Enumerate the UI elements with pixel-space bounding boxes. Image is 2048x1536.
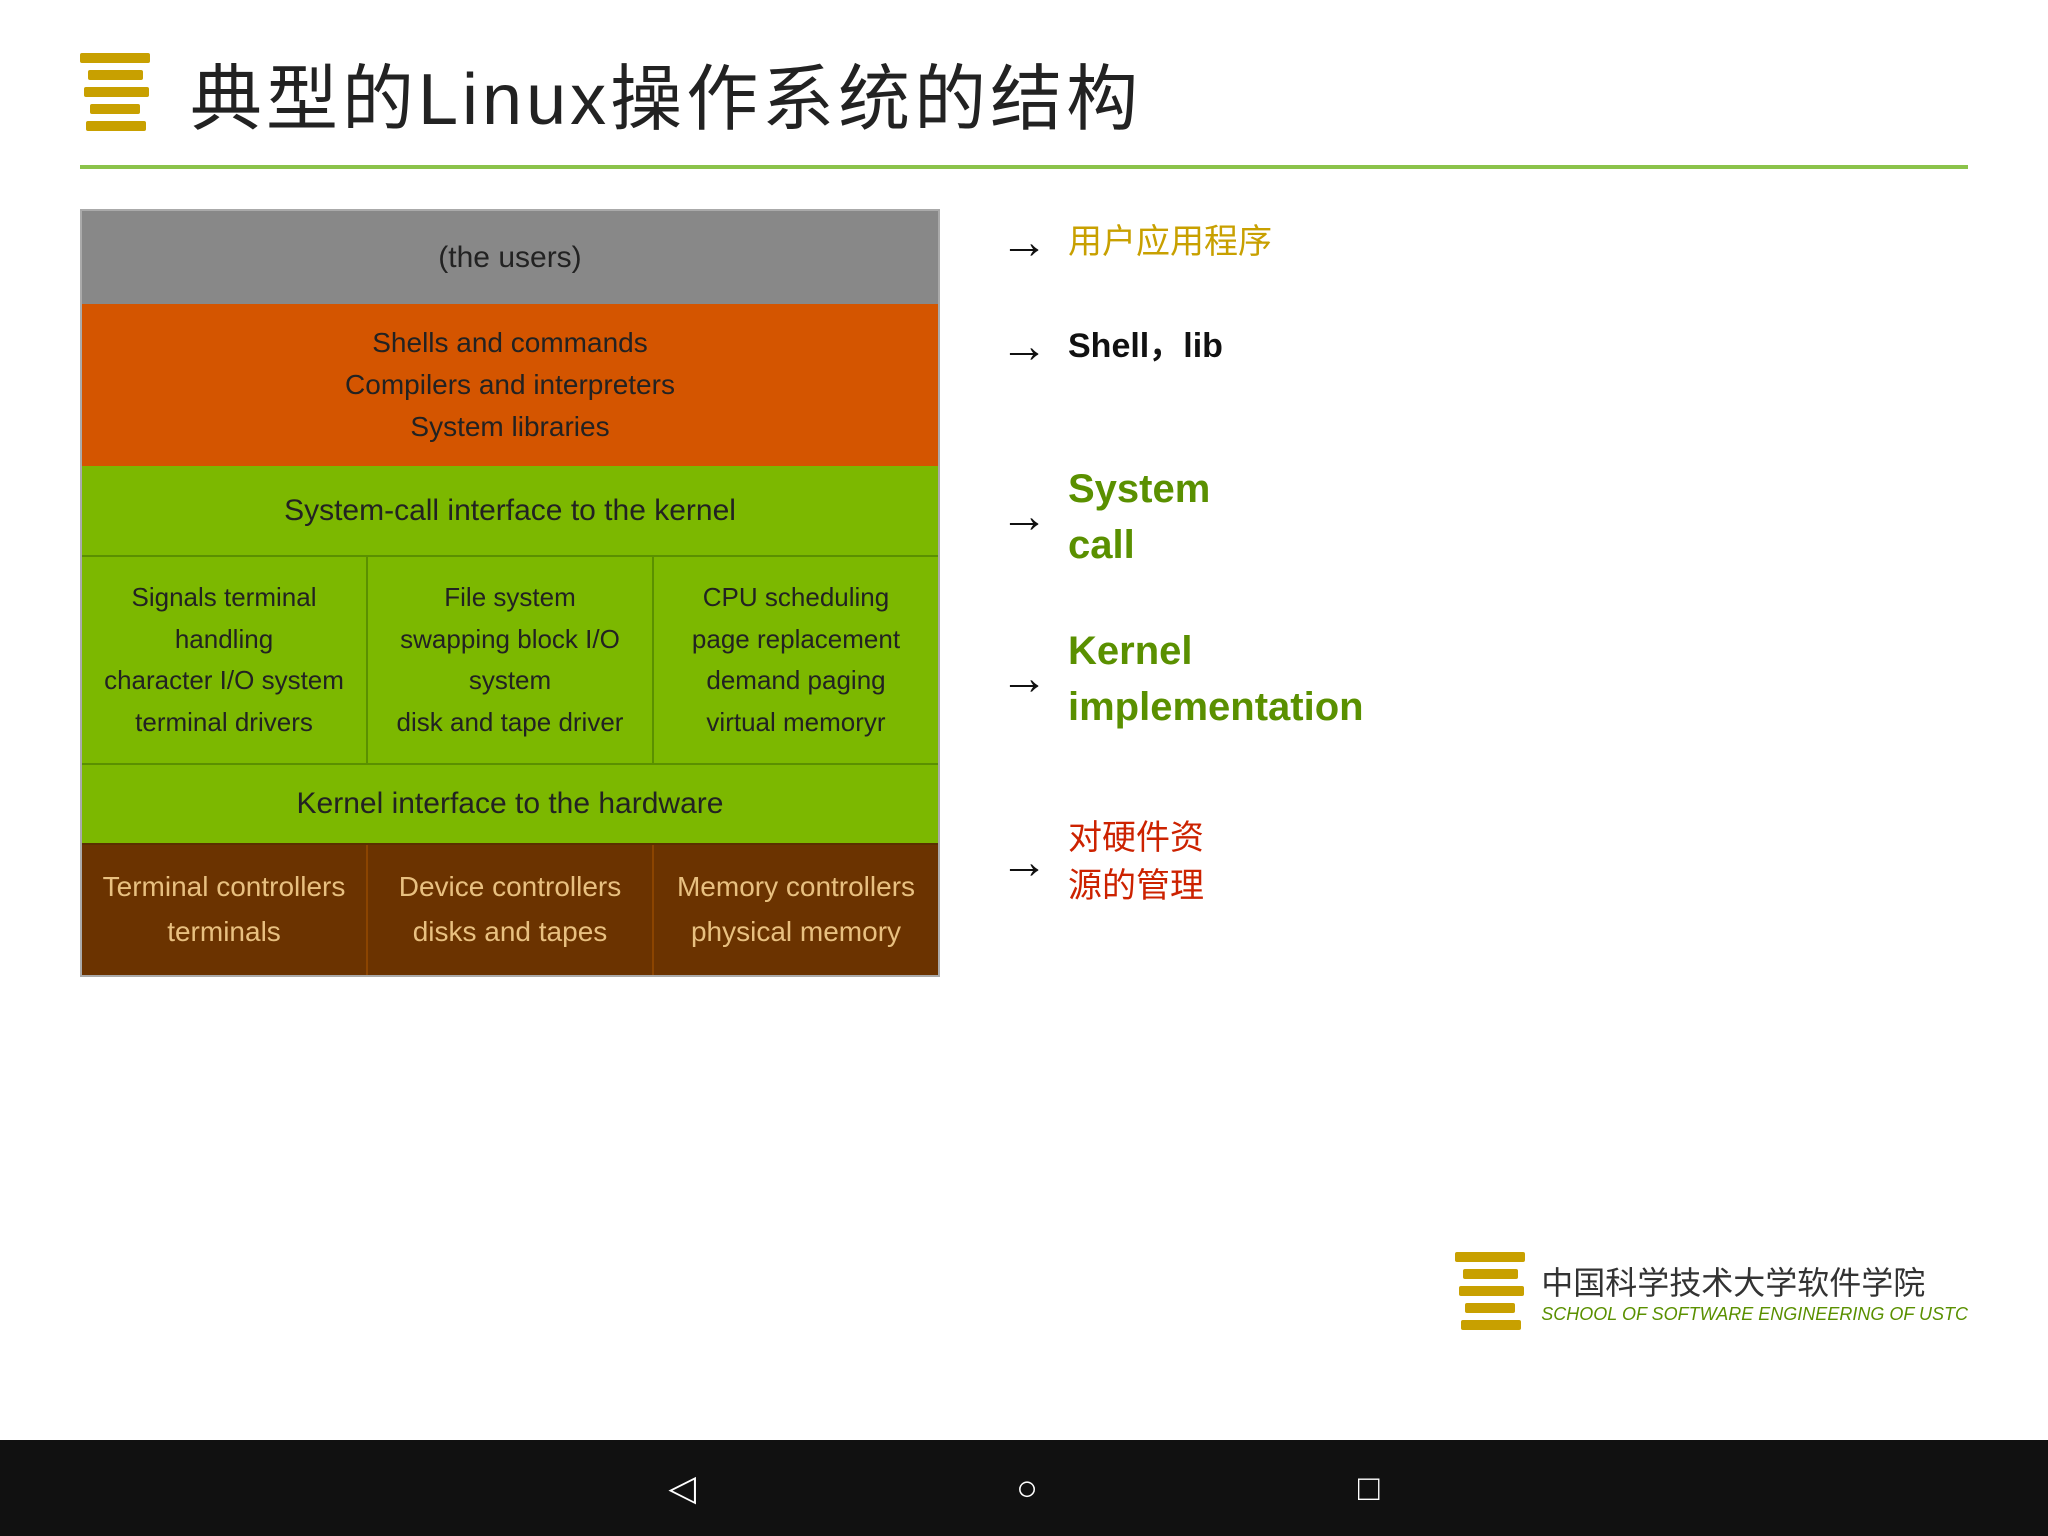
- nav-back-button[interactable]: ◁: [668, 1467, 696, 1509]
- footer-cn-text: 中国科学技术大学软件学院: [1541, 1258, 1968, 1304]
- layer-users: (the users): [82, 211, 938, 304]
- annotation-kernel: → Kernel implementation: [1000, 623, 1968, 735]
- layer-kernel: Signals terminal handling character I/O …: [82, 555, 938, 763]
- header-logo-icon: [80, 53, 160, 133]
- header-divider: [80, 165, 1968, 169]
- annotation-shell: → Shell，lib: [1000, 323, 1968, 371]
- ctrl-col-device: Device controllers disks and tapes: [368, 845, 654, 975]
- layer-controllers: Terminal controllers terminals Device co…: [82, 843, 938, 975]
- layer-syscall: System-call interface to the kernel: [82, 466, 938, 555]
- os-diagram: (the users) Shells and commands Compiler…: [80, 209, 940, 977]
- label-users: 用户应用程序: [1068, 219, 1272, 267]
- arrow-users: →: [1000, 219, 1048, 267]
- annotation-hw: → 对硬件资 源的管理: [1000, 815, 1968, 910]
- annotation-users: → 用户应用程序: [1000, 219, 1968, 267]
- footer-logo-text: 中国科学技术大学软件学院 SCHOOL OF SOFTWARE ENGINEER…: [1541, 1258, 1968, 1325]
- footer-logo: 中国科学技术大学软件学院 SCHOOL OF SOFTWARE ENGINEER…: [1455, 1252, 1968, 1330]
- kernel-col-1: Signals terminal handling character I/O …: [82, 557, 368, 763]
- kernel-col-3: CPU scheduling page replacement demand p…: [654, 557, 938, 763]
- arrow-syscall: →: [1000, 493, 1048, 541]
- label-shell: Shell，lib: [1068, 323, 1223, 371]
- slide-header: 典型的Linux操作系统的结构: [0, 0, 2048, 165]
- ctrl-col-terminal: Terminal controllers terminals: [82, 845, 368, 975]
- label-hw: 对硬件资 源的管理: [1068, 815, 1204, 910]
- slide-title: 典型的Linux操作系统的结构: [190, 40, 1142, 145]
- nav-home-button[interactable]: ○: [1016, 1467, 1038, 1509]
- arrow-shell: →: [1000, 323, 1048, 371]
- nav-bar: ◁ ○ □: [0, 1440, 2048, 1536]
- footer-logo-icon: [1455, 1252, 1525, 1330]
- arrow-hw: →: [1000, 839, 1048, 887]
- layer-hw-interface: Kernel interface to the hardware: [82, 763, 938, 843]
- annotations-panel: → 用户应用程序 → Shell，lib → System call → Ker…: [1000, 209, 1968, 910]
- kernel-col-2: File system swapping block I/O system di…: [368, 557, 654, 763]
- nav-recent-button[interactable]: □: [1358, 1467, 1380, 1509]
- footer-en-text: SCHOOL OF SOFTWARE ENGINEERING OF USTC: [1541, 1304, 1968, 1325]
- label-syscall: System call: [1068, 461, 1210, 573]
- arrow-kernel: →: [1000, 655, 1048, 703]
- layer-orange: Shells and commands Compilers and interp…: [82, 304, 938, 466]
- ctrl-col-memory: Memory controllers physical memory: [654, 845, 938, 975]
- annotation-syscall: → System call: [1000, 461, 1968, 573]
- label-kernel: Kernel implementation: [1068, 623, 1364, 735]
- content-area: (the users) Shells and commands Compiler…: [0, 209, 2048, 977]
